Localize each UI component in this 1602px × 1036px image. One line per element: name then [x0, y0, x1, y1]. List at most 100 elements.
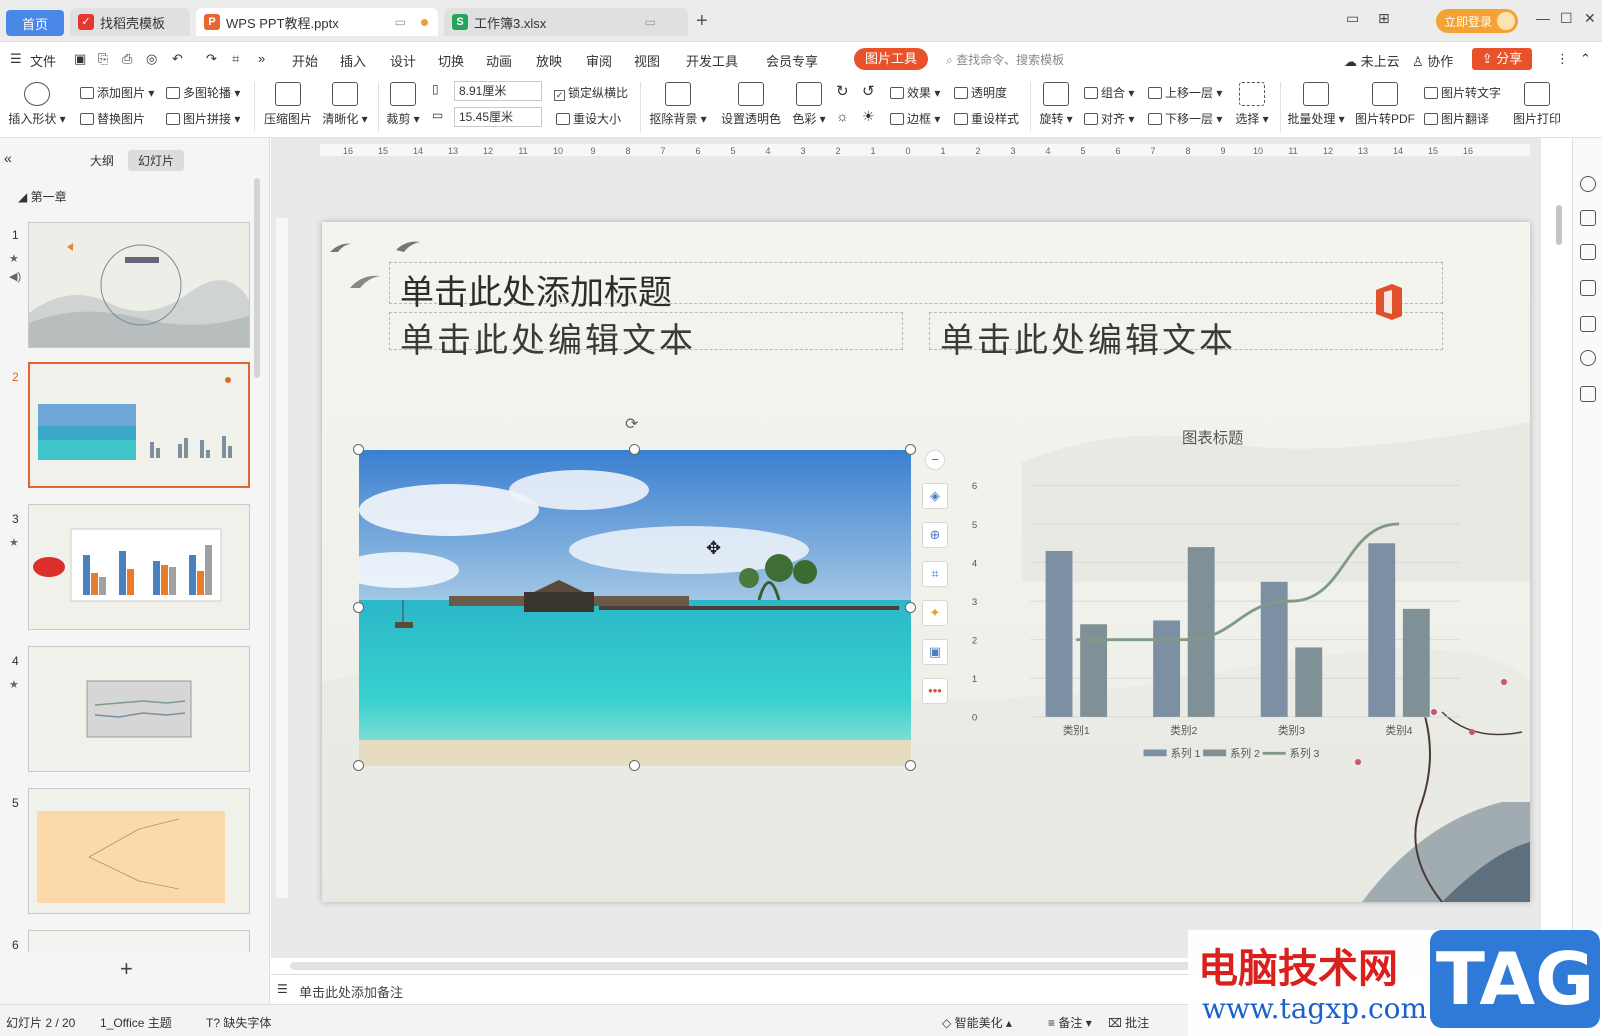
menu-design[interactable]: 设计	[390, 51, 416, 70]
notes-toggle-button[interactable]: ≡ 备注 ▾	[1048, 1014, 1092, 1031]
crop-tool-icon[interactable]: ⌗	[922, 561, 948, 587]
resize-handle-sw[interactable]	[353, 760, 364, 771]
tab-home[interactable]: 首页	[6, 10, 64, 36]
menu-transition[interactable]: 切换	[438, 51, 464, 70]
send-backward-button[interactable]: 下移一层 ▾	[1148, 110, 1222, 127]
add-image-button[interactable]: 添加图片 ▾	[80, 84, 154, 101]
align-button[interactable]: 对齐 ▾	[1084, 110, 1134, 127]
batch-process-button[interactable]: 批量处理 ▾	[1286, 82, 1346, 127]
lock-aspect-checkbox[interactable]: ✓ 锁定纵横比	[554, 84, 628, 101]
resize-handle-w[interactable]	[353, 602, 364, 613]
rotate-button[interactable]: 旋转 ▾	[1036, 82, 1076, 127]
vertical-scrollbar-thumb[interactable]	[1556, 205, 1562, 245]
insert-shape-button[interactable]: 插入形状 ▾	[8, 82, 66, 127]
embedded-chart[interactable]: 图表标题 0 1 2 3 4 5 6 类别1 类别2 类别3 类别4 系列 1 系列 2 系列 3	[950, 422, 1510, 762]
style-icon[interactable]	[1580, 176, 1596, 192]
resize-handle-nw[interactable]	[353, 444, 364, 455]
settings-sliders-icon[interactable]	[1580, 210, 1596, 226]
layout-2d-icon[interactable]: ▭	[1346, 10, 1359, 27]
brightness-icon[interactable]: ☼	[836, 108, 849, 124]
preview-icon[interactable]: ◎	[146, 51, 157, 67]
login-button[interactable]: 立即登录	[1436, 9, 1518, 33]
menu-developer[interactable]: 开发工具	[686, 51, 738, 70]
title-placeholder[interactable]: 单击此处添加标题	[389, 262, 1443, 313]
grid-apps-icon[interactable]: ⊞	[1378, 10, 1390, 27]
menu-member[interactable]: 会员专享	[766, 51, 818, 70]
image-print-button[interactable]: 图片打印	[1510, 82, 1564, 127]
group-button[interactable]: 组合 ▾	[1084, 84, 1134, 101]
image-translate-button[interactable]: 图片翻译	[1424, 110, 1489, 127]
set-transparent-color-button[interactable]: 设置透明色	[718, 82, 784, 127]
smart-beautify-button[interactable]: ◇ 智能美化 ▴	[942, 1014, 1012, 1031]
menu-insert[interactable]: 插入	[340, 51, 366, 70]
tab-slides[interactable]: 幻灯片	[128, 150, 185, 171]
resize-handle-n[interactable]	[629, 444, 640, 455]
image-edit-icon[interactable]: ▣	[922, 639, 948, 665]
rotate-handle-icon[interactable]: ⟳	[625, 414, 638, 434]
slide-thumbnail[interactable]	[28, 504, 250, 630]
missing-font-button[interactable]: T? 缺失字体	[206, 1014, 271, 1031]
more-options-icon[interactable]: ⋮	[1556, 51, 1569, 67]
cloud-status[interactable]: ☁ 未上云	[1344, 51, 1400, 70]
format-painter-icon[interactable]: ⌗	[232, 51, 239, 67]
monitor-icon[interactable]: ▭	[395, 15, 406, 29]
effect-button[interactable]: 效果 ▾	[890, 84, 940, 101]
command-search-input[interactable]: ⌕ 查找命令、搜索模板	[946, 51, 1064, 68]
menu-review[interactable]: 审阅	[586, 51, 612, 70]
slide-thumbnail-selected[interactable]	[28, 362, 250, 488]
collapse-minus-icon[interactable]: −	[925, 450, 945, 470]
undo-icon[interactable]: ↶	[172, 51, 183, 67]
menu-picture-tools[interactable]: 图片工具	[854, 48, 928, 70]
close-icon[interactable]: ✕	[1584, 10, 1596, 27]
tab-outline[interactable]: 大纲	[80, 150, 124, 171]
book-icon[interactable]	[1580, 386, 1596, 402]
slide-thumbnail[interactable]	[28, 222, 250, 348]
menu-view[interactable]: 视图	[634, 51, 660, 70]
compass-icon[interactable]	[1580, 350, 1596, 366]
redo-icon[interactable]: ↷	[206, 51, 217, 67]
height-input[interactable]: 8.91厘米	[454, 81, 542, 101]
more-chevron-icon[interactable]: »	[258, 51, 265, 66]
menu-file[interactable]: 文件	[30, 51, 56, 70]
section-header[interactable]: ◢ 第一章	[18, 188, 67, 205]
rotate-right-icon[interactable]: ↺	[862, 82, 875, 100]
zoom-icon[interactable]: ⊕	[922, 522, 948, 548]
select-button[interactable]: 选择 ▾	[1232, 82, 1272, 127]
minimize-icon[interactable]: —	[1536, 10, 1550, 26]
image-to-pdf-button[interactable]: 图片转PDF	[1354, 82, 1416, 127]
transparency-button[interactable]: 透明度	[954, 84, 1007, 101]
sharpen-button[interactable]: 清晰化 ▾	[320, 82, 370, 127]
crop-button[interactable]: 裁剪 ▾	[384, 82, 422, 127]
layers-icon[interactable]: ◈	[922, 483, 948, 509]
bring-forward-button[interactable]: 上移一层 ▾	[1148, 84, 1222, 101]
multi-carousel-button[interactable]: 多图轮播 ▾	[166, 84, 240, 101]
share-button[interactable]: ⇪ 分享	[1472, 48, 1532, 70]
maximize-icon[interactable]: ☐	[1560, 10, 1573, 27]
collaborate-button[interactable]: ♙ 协作	[1412, 51, 1453, 70]
reset-size-button[interactable]: 重设大小	[556, 110, 621, 127]
slide-thumbnail[interactable]	[28, 788, 250, 914]
tab-docer-templates[interactable]: ✓ 找稻壳模板	[70, 8, 190, 36]
collapse-ribbon-icon[interactable]: ⌃	[1580, 51, 1591, 67]
resize-handle-e[interactable]	[905, 602, 916, 613]
unsaved-dot-icon[interactable]	[421, 18, 428, 26]
text-placeholder-right[interactable]: 单击此处编辑文本	[929, 312, 1443, 361]
save-icon[interactable]: ▣	[74, 51, 86, 67]
tab-xlsx-document[interactable]: S 工作簿3.xlsx ▭	[444, 8, 688, 36]
resize-handle-ne[interactable]	[905, 444, 916, 455]
panel-scrollbar[interactable]	[254, 178, 260, 378]
theme-name[interactable]: 1_Office 主题	[100, 1014, 172, 1031]
slide-thumbnail[interactable]	[28, 646, 250, 772]
remove-background-button[interactable]: 抠除背景 ▾	[648, 82, 708, 127]
resize-handle-s[interactable]	[629, 760, 640, 771]
collapse-panel-icon[interactable]: «	[4, 150, 12, 166]
image-panel-icon[interactable]	[1580, 316, 1596, 332]
print-icon[interactable]: ⎙	[122, 51, 132, 67]
hamburger-menu-icon[interactable]: ☰	[10, 51, 22, 67]
add-slide-plus-icon[interactable]: +	[120, 956, 133, 982]
text-placeholder-left[interactable]: 单击此处编辑文本	[389, 312, 903, 361]
border-button[interactable]: 边框 ▾	[890, 110, 940, 127]
tab-ppt-document[interactable]: P WPS PPT教程.pptx ▭	[196, 8, 438, 36]
pin-icon[interactable]	[1580, 244, 1596, 260]
menu-home[interactable]: 开始	[292, 51, 318, 70]
